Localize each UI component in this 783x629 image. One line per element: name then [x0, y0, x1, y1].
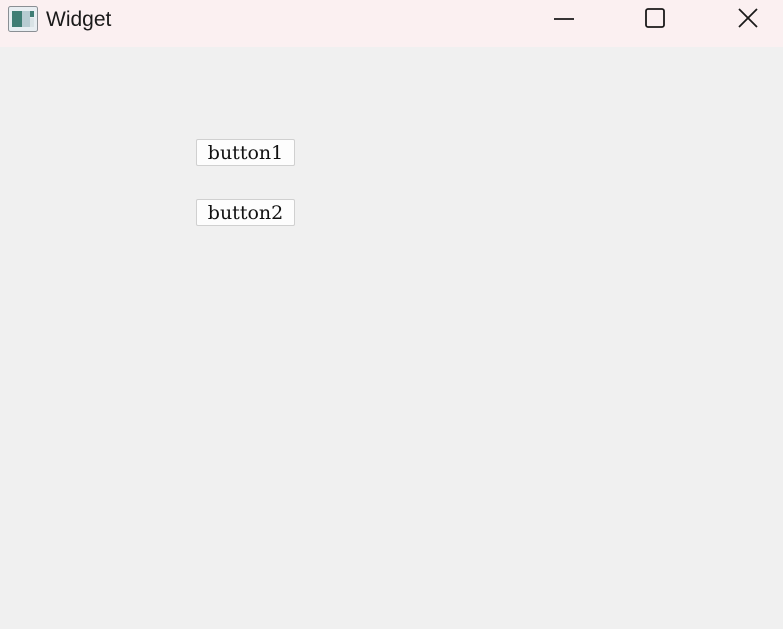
app-window: Widget button1 button2: [0, 0, 783, 629]
app-icon: [8, 6, 38, 32]
minimize-icon: [553, 7, 575, 34]
minimize-button[interactable]: [541, 0, 587, 40]
close-icon: [737, 7, 759, 34]
button1[interactable]: button1: [196, 139, 295, 166]
button2[interactable]: button2: [196, 199, 295, 226]
window-title: Widget: [46, 8, 112, 31]
title-bar[interactable]: Widget: [0, 0, 783, 47]
maximize-button[interactable]: [632, 0, 678, 40]
maximize-icon: [644, 7, 666, 34]
client-area: button1 button2: [0, 47, 783, 629]
close-button[interactable]: [725, 0, 771, 40]
